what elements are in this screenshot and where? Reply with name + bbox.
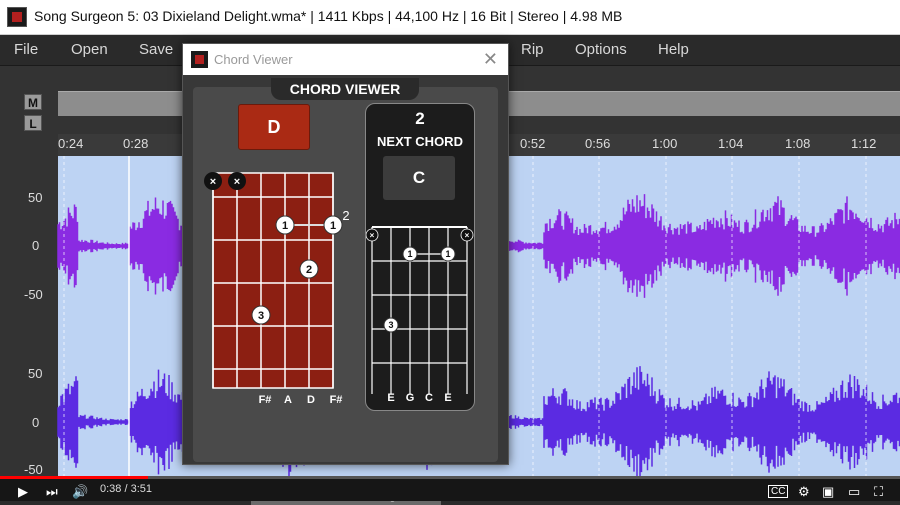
chord-viewer-header: CHORD VIEWER bbox=[271, 78, 419, 100]
amplitude-label: 0 bbox=[32, 415, 40, 430]
miniplayer-icon[interactable]: ▣ bbox=[822, 484, 834, 500]
next-chord-number: 2 bbox=[415, 109, 425, 128]
menu-save[interactable]: Save bbox=[139, 41, 173, 58]
tick-label: 0:28 bbox=[123, 136, 149, 151]
app-icon bbox=[7, 7, 27, 27]
next-icon[interactable]: ⏭ bbox=[46, 484, 58, 500]
menu-file[interactable]: File bbox=[14, 41, 38, 58]
tick-label: 0:24 bbox=[58, 136, 84, 151]
dialog-app-icon bbox=[191, 51, 208, 68]
finger-number: 1 bbox=[407, 249, 412, 259]
loop-mode-button[interactable]: L bbox=[24, 115, 42, 131]
current-chord-name: D bbox=[238, 104, 310, 150]
svg-text:×: × bbox=[234, 176, 240, 188]
string-note-label: G bbox=[405, 392, 415, 404]
tick-label: 1:12 bbox=[851, 136, 877, 151]
next-chord-name: C bbox=[383, 156, 455, 200]
marker-mode-button[interactable]: M bbox=[24, 94, 42, 110]
fullscreen-icon[interactable]: ⛶ bbox=[874, 484, 883, 500]
string-note-label: E bbox=[444, 392, 452, 404]
amplitude-label: -50 bbox=[24, 462, 43, 477]
amplitude-label: 0 bbox=[32, 238, 40, 253]
video-player-bar: ▶ ⏭ 🔊 0:38 / 3:51 CC ⚙ ▣ ▭ ⛶ bbox=[0, 476, 900, 501]
time-display: 0:38 / 3:51 bbox=[100, 483, 152, 495]
string-note-label: E bbox=[387, 392, 395, 404]
chord-viewer-dialog: Chord Viewer ✕ CHORD VIEWER D × × 1 1 2 … bbox=[182, 43, 509, 505]
svg-text:×: × bbox=[210, 176, 216, 188]
string-note-label: F# bbox=[258, 394, 272, 406]
svg-text:×: × bbox=[465, 231, 470, 240]
next-chord-diagram: × × 1 1 3 bbox=[366, 226, 474, 394]
string-note-label: F# bbox=[329, 394, 343, 406]
next-chord-panel: 2 NEXT CHORD C × × 1 1 3 E G C E bbox=[365, 103, 475, 411]
settings-icon[interactable]: ⚙ bbox=[798, 484, 810, 500]
menu-options[interactable]: Options bbox=[575, 41, 627, 58]
tick-label: 1:00 bbox=[652, 136, 678, 151]
close-icon[interactable]: ✕ bbox=[483, 49, 498, 70]
svg-text:×: × bbox=[370, 231, 375, 240]
string-note-label: D bbox=[307, 394, 315, 406]
title-bar: Song Surgeon 5: 03 Dixieland Delight.wma… bbox=[0, 0, 900, 35]
finger-number: 3 bbox=[258, 310, 264, 322]
menu-rip[interactable]: Rip bbox=[521, 41, 544, 58]
amplitude-label: -50 bbox=[24, 287, 43, 302]
next-chord-label: NEXT CHORD bbox=[377, 134, 463, 149]
theater-mode-icon[interactable]: ▭ bbox=[848, 484, 860, 500]
menu-open[interactable]: Open bbox=[71, 41, 108, 58]
string-note-label: A bbox=[284, 394, 292, 406]
play-icon[interactable]: ▶ bbox=[18, 484, 28, 500]
finger-number: 2 bbox=[306, 264, 312, 276]
amplitude-label: 50 bbox=[28, 190, 43, 205]
progress-fill bbox=[0, 476, 148, 479]
dialog-title: Chord Viewer bbox=[214, 52, 293, 67]
finger-number: 1 bbox=[445, 249, 450, 259]
fret-position-marker: 2 bbox=[342, 208, 349, 223]
current-chord-diagram: × × 1 1 2 2 3 bbox=[204, 172, 350, 389]
captions-icon[interactable]: CC bbox=[768, 485, 789, 498]
string-note-label: C bbox=[425, 392, 433, 404]
tick-label: 1:08 bbox=[785, 136, 811, 151]
finger-number: 3 bbox=[388, 320, 393, 330]
window-title: Song Surgeon 5: 03 Dixieland Delight.wma… bbox=[34, 8, 623, 24]
finger-number: 1 bbox=[282, 220, 288, 232]
volume-icon[interactable]: 🔊 bbox=[72, 484, 88, 500]
tick-label: 0:56 bbox=[585, 136, 611, 151]
menu-help[interactable]: Help bbox=[658, 41, 689, 58]
dialog-title-bar: Chord Viewer ✕ bbox=[183, 44, 508, 75]
tick-label: 0:52 bbox=[520, 136, 546, 151]
finger-number: 1 bbox=[330, 220, 336, 232]
tick-label: 1:04 bbox=[718, 136, 744, 151]
amplitude-label: 50 bbox=[28, 366, 43, 381]
